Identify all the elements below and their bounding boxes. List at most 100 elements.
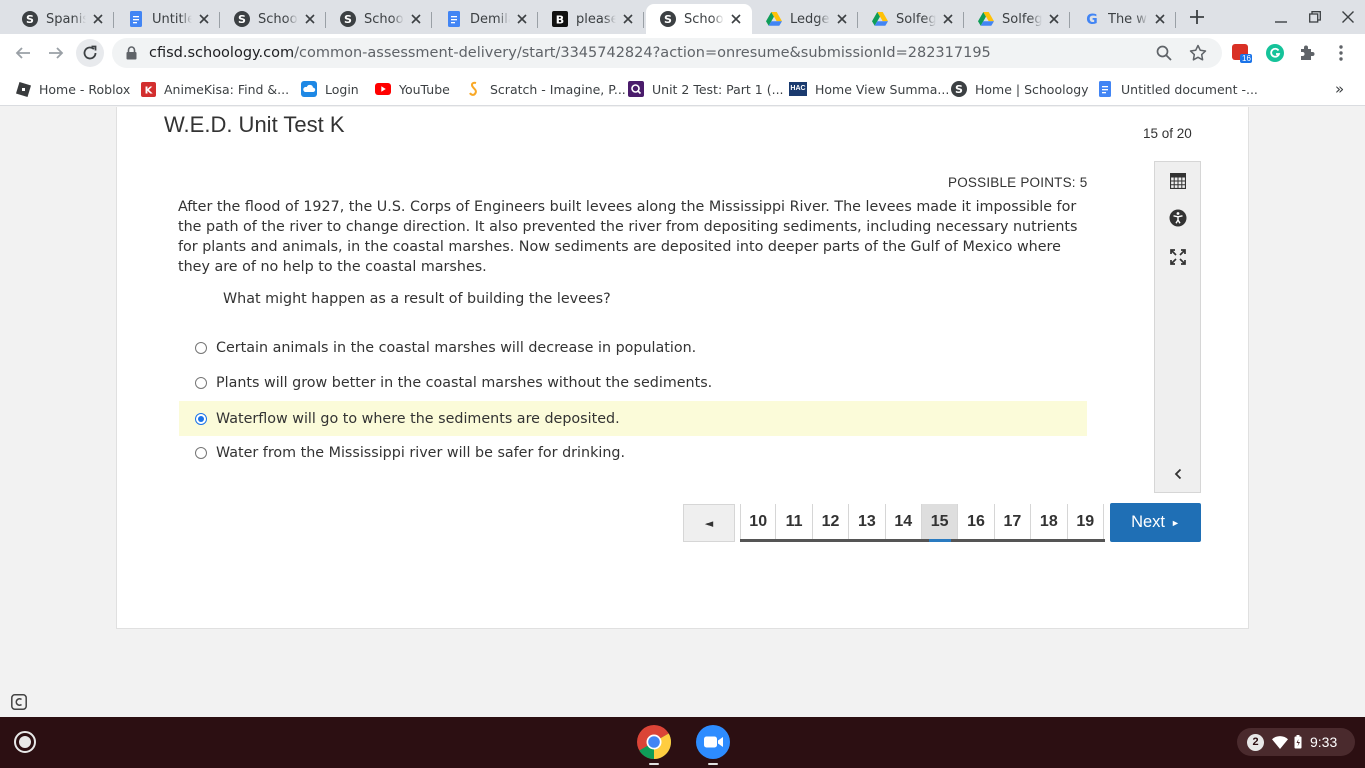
close-icon[interactable] xyxy=(940,11,956,27)
back-button[interactable] xyxy=(9,39,37,67)
radio-button[interactable] xyxy=(195,376,207,389)
answer-choice-4[interactable]: Water from the Mississippi river will be… xyxy=(179,435,1087,470)
svg-text:S: S xyxy=(238,13,246,26)
tab-schoology-active[interactable]: S Schoology xyxy=(646,4,752,34)
page-button-16[interactable]: 16 xyxy=(958,504,995,539)
google-icon: G xyxy=(1084,11,1100,27)
restore-button[interactable] xyxy=(1301,6,1329,28)
docs-icon xyxy=(446,11,462,27)
page-button-10[interactable]: 10 xyxy=(740,504,777,539)
battery-icon xyxy=(1294,735,1302,749)
tab-demila[interactable]: Demila xyxy=(432,4,538,34)
launcher-icon[interactable] xyxy=(14,731,36,753)
os-shelf xyxy=(0,717,1365,768)
fullscreen-icon[interactable] xyxy=(1167,246,1189,268)
close-icon xyxy=(1342,11,1354,23)
svg-text:S: S xyxy=(664,13,672,26)
close-icon[interactable] xyxy=(302,11,318,27)
zoom-icon[interactable] xyxy=(1154,43,1174,63)
possible-points: POSSIBLE POINTS: 5 xyxy=(948,175,1088,190)
page-button-18[interactable]: 18 xyxy=(1031,504,1068,539)
bookmark-scratch[interactable]: Scratch - Imagine, P... xyxy=(466,80,626,98)
radio-button-selected[interactable] xyxy=(195,412,207,425)
arrow-left-icon xyxy=(15,47,30,59)
hac-icon: HAC xyxy=(789,81,807,97)
tab-solfege-2[interactable]: Solfege xyxy=(964,4,1070,34)
tab-untitled[interactable]: Untitled xyxy=(114,4,220,34)
close-icon[interactable] xyxy=(1046,11,1062,27)
schoology-icon: S xyxy=(234,11,250,27)
youtube-icon xyxy=(375,81,391,97)
bookmarks-overflow-button[interactable]: » xyxy=(1335,80,1344,98)
drive-icon xyxy=(872,11,888,27)
answer-choice-2[interactable]: Plants will grow better in the coastal m… xyxy=(179,365,1087,400)
schoology-icon: S xyxy=(22,11,38,27)
close-icon[interactable] xyxy=(834,11,850,27)
bookmark-home-view[interactable]: HAC Home View Summa... xyxy=(789,80,949,98)
svg-text:S: S xyxy=(344,13,352,26)
tab-schoology-1[interactable]: S Schoology xyxy=(220,4,326,34)
tab-ledger[interactable]: Ledger xyxy=(752,4,858,34)
drive-icon xyxy=(766,11,782,27)
grammarly-icon[interactable] xyxy=(1264,42,1286,64)
extension-badge-icon[interactable]: 16 xyxy=(1230,42,1252,64)
docs-icon xyxy=(1097,81,1113,97)
close-icon[interactable] xyxy=(514,11,530,27)
answer-choice-1[interactable]: Certain animals in the coastal marshes w… xyxy=(179,330,1087,365)
radio-button[interactable] xyxy=(195,446,207,459)
collapse-chevron-icon[interactable] xyxy=(1167,463,1189,485)
page-button-14[interactable]: 14 xyxy=(885,504,922,539)
close-icon[interactable] xyxy=(90,11,106,27)
tab-schoology-2[interactable]: S Schoology xyxy=(326,4,432,34)
extensions-puzzle-icon[interactable] xyxy=(1296,42,1318,64)
forward-button[interactable] xyxy=(42,39,70,67)
bookmark-unit2-test[interactable]: Unit 2 Test: Part 1 (... xyxy=(628,80,784,98)
tab-please[interactable]: B please xyxy=(538,4,644,34)
question-passage: After the flood of 1927, the U.S. Corps … xyxy=(178,199,1078,275)
new-tab-button[interactable] xyxy=(1184,6,1210,28)
close-icon[interactable] xyxy=(408,11,424,27)
address-bar[interactable]: cfisd.schoology.com/common-assessment-de… xyxy=(112,38,1222,68)
minimize-button[interactable] xyxy=(1267,6,1295,28)
close-icon[interactable] xyxy=(620,11,636,27)
page-button-13[interactable]: 13 xyxy=(849,504,886,539)
page-button-19[interactable]: 19 xyxy=(1067,504,1104,539)
status-tray[interactable]: 2 9:33 xyxy=(1237,728,1355,756)
close-icon[interactable] xyxy=(728,11,744,27)
bookmark-star-icon[interactable] xyxy=(1188,43,1208,63)
accessibility-icon[interactable] xyxy=(1167,207,1189,229)
triangle-right-icon: ► xyxy=(1171,517,1180,528)
zoom-app-icon[interactable] xyxy=(696,725,730,759)
next-button[interactable]: Next ► xyxy=(1110,503,1201,542)
bookmark-roblox[interactable]: Home - Roblox xyxy=(15,80,130,98)
schoology-icon: S xyxy=(660,11,676,27)
calculator-icon[interactable] xyxy=(1167,170,1189,192)
bookmark-animekisa[interactable]: K AnimeKisa: Find &... xyxy=(140,80,289,98)
page-button-12[interactable]: 12 xyxy=(812,504,850,539)
notification-count: 2 xyxy=(1247,733,1264,751)
chrome-icon[interactable] xyxy=(637,725,671,759)
reload-button[interactable] xyxy=(76,39,104,67)
bookmark-schoology-home[interactable]: S Home | Schoology xyxy=(951,80,1089,98)
caption-icon[interactable] xyxy=(11,694,27,710)
tools-sidebar xyxy=(1154,161,1201,493)
hac-icon-text: HAC xyxy=(789,82,807,96)
bookmark-untitled-doc[interactable]: Untitled document -... xyxy=(1097,80,1258,98)
more-menu-icon[interactable] xyxy=(1330,42,1352,64)
close-icon[interactable] xyxy=(196,11,212,27)
previous-question-button[interactable]: ◄ xyxy=(683,504,735,542)
bookmark-login[interactable]: Login xyxy=(301,80,359,98)
page-button-11[interactable]: 11 xyxy=(776,504,813,539)
tab-solfege-1[interactable]: Solfege xyxy=(858,4,964,34)
bookmark-youtube[interactable]: YouTube xyxy=(375,80,450,98)
answer-choice-3[interactable]: Waterflow will go to where the sediments… xyxy=(179,401,1087,436)
page-button-15-current[interactable]: 15 xyxy=(921,504,959,542)
close-window-button[interactable] xyxy=(1334,6,1362,28)
close-icon[interactable] xyxy=(1152,11,1168,27)
lock-icon[interactable] xyxy=(126,46,137,60)
tab-google[interactable]: G The wa xyxy=(1070,4,1176,34)
animekisa-icon: K xyxy=(140,81,156,97)
tab-spanish[interactable]: S Spanish xyxy=(8,4,114,34)
page-button-17[interactable]: 17 xyxy=(994,504,1032,539)
radio-button[interactable] xyxy=(195,341,207,354)
